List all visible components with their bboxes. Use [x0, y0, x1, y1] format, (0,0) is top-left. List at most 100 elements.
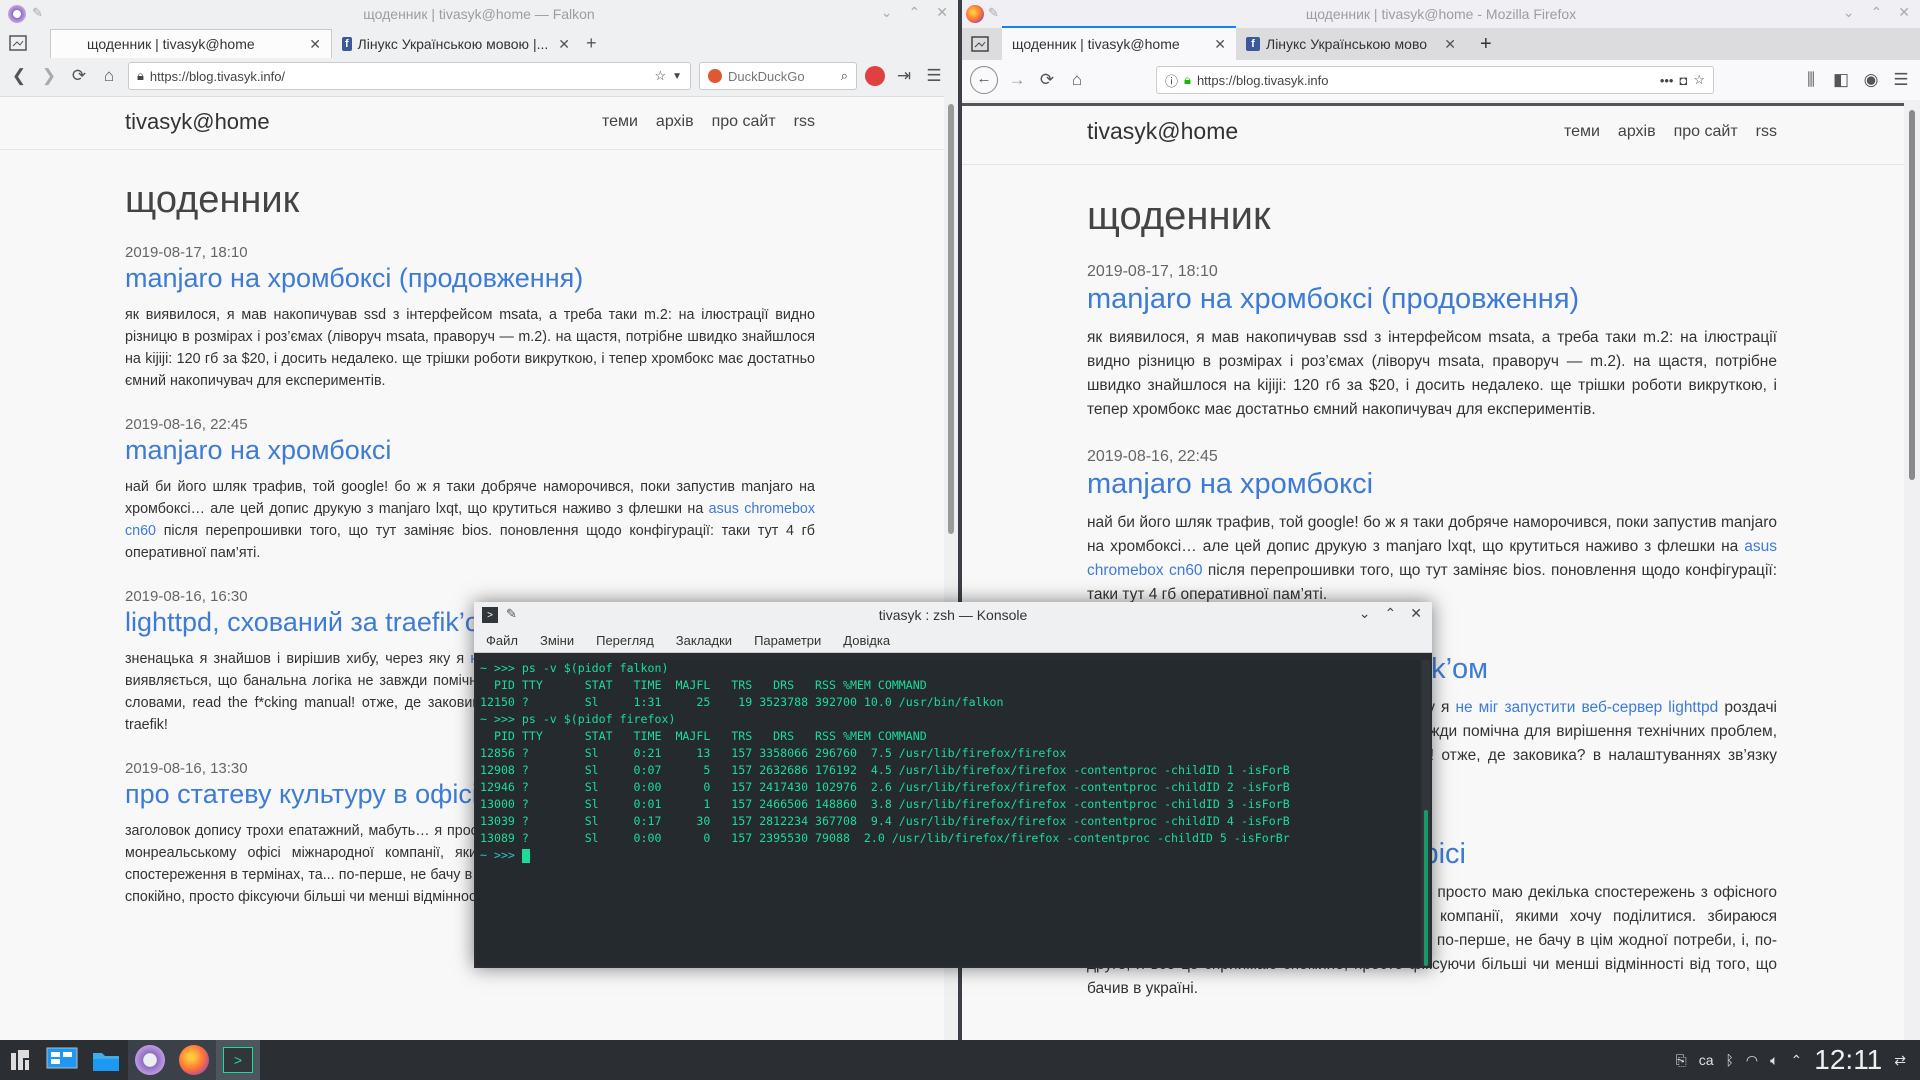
info-icon[interactable]: ⓘ [1165, 71, 1178, 90]
forward-icon[interactable]: → [1006, 70, 1028, 90]
menu-icon[interactable]: ☰ [1890, 70, 1912, 90]
konsole-titlebar[interactable]: > ✎ tivasyk : zsh — Konsole ⌄ ⌃ ✕ [474, 602, 1432, 628]
firefox-taskbar-icon[interactable] [172, 1040, 216, 1080]
terminal-line: 12856 ? Sl 0:21 13 157 3358066 296760 7.… [480, 746, 1067, 760]
post-link[interactable]: не міг запустити веб-сервер lighttpd [1455, 699, 1718, 716]
new-tab-icon[interactable]: + [1480, 33, 1492, 56]
terminal-line: 12946 ? Sl 0:00 0 157 2417430 102976 2.6… [480, 780, 1290, 794]
firefox-tab-linux[interactable]: f Лінукс Українською мово ✕ [1236, 28, 1466, 60]
tab-close-icon[interactable]: ✕ [1204, 36, 1226, 53]
pin-icon[interactable]: ✎ [988, 5, 999, 21]
pin-icon[interactable]: ✎ [506, 606, 517, 622]
maximize-icon[interactable]: ⌃ [1385, 605, 1397, 622]
minimize-icon[interactable]: ⌄ [1359, 605, 1371, 622]
tab-list-icon[interactable] [6, 31, 30, 55]
firefox-titlebar[interactable]: ✎ щоденник | tivasyk@home - Mozilla Fire… [962, 0, 1920, 28]
reload-icon[interactable]: ⟳ [68, 66, 90, 86]
new-tab-icon[interactable]: + [586, 33, 597, 54]
file-manager-icon[interactable] [84, 1040, 128, 1080]
clock[interactable]: 12:11 [1814, 1044, 1882, 1076]
nav-link-topics[interactable]: теми [602, 113, 638, 130]
bluetooth-icon[interactable]: ᛒ [1726, 1052, 1734, 1068]
desktop-icon[interactable] [40, 1040, 84, 1080]
menu-help[interactable]: Довідка [843, 633, 890, 648]
minimize-icon[interactable]: ⌄ [881, 4, 893, 21]
scroll-thumb[interactable] [1909, 110, 1915, 480]
home-icon[interactable]: ⌂ [1066, 70, 1088, 90]
post-title[interactable]: manjaro на хромбоксі [1087, 468, 1777, 501]
close-icon[interactable]: ✕ [1898, 4, 1910, 21]
scroll-thumb[interactable] [948, 104, 954, 534]
nav-link-about[interactable]: про сайт [1674, 123, 1738, 140]
firefox-url-bar[interactable]: ⓘ 🔒︎ https://blog.tivasyk.info ••• ◘ ☆ [1156, 66, 1714, 94]
account-icon[interactable]: ◉ [1860, 70, 1882, 90]
minimize-icon[interactable]: ⌄ [1843, 4, 1855, 21]
menu-bookmarks[interactable]: Закладки [676, 633, 732, 648]
tab-list-icon[interactable] [968, 32, 992, 56]
pin-icon[interactable]: ✎ [32, 5, 43, 21]
chevron-down-icon[interactable]: ▼ [672, 71, 682, 82]
firefox-scrollbar[interactable] [1906, 106, 1918, 1040]
back-icon[interactable]: ❮ [8, 66, 30, 86]
firefox-url-text: https://blog.tivasyk.info [1196, 72, 1329, 88]
nav-link-topics[interactable]: теми [1564, 123, 1600, 140]
falkon-url-bar[interactable]: 🔒︎ https://blog.tivasyk.info/ ☆ ▼ [128, 62, 691, 90]
konsole-taskbar-icon[interactable]: > [216, 1040, 260, 1080]
search-icon[interactable]: ⌕ [841, 68, 848, 84]
home-icon[interactable]: ⌂ [98, 66, 120, 86]
firefox-tab-blog[interactable]: щоденник | tivasyk@home ✕ [1002, 26, 1236, 60]
terminal-line: 13089 ? Sl 0:00 0 157 2395530 79088 2.0 … [480, 831, 1290, 845]
tray-expand-icon[interactable]: ⌃ [1791, 1052, 1803, 1069]
tab-close-icon[interactable]: ✕ [1434, 36, 1456, 53]
page-actions-icon[interactable]: ••• [1660, 73, 1674, 88]
post-title[interactable]: manjaro на хромбоксі (продовження) [125, 263, 815, 294]
tab-close-icon[interactable]: ✕ [299, 36, 321, 53]
post-title[interactable]: manjaro на хромбоксі (продовження) [1087, 283, 1777, 316]
tab-close-icon[interactable]: ✕ [548, 36, 570, 53]
app-launcher-icon[interactable] [0, 1040, 40, 1080]
falkon-tab-linux[interactable]: f Лінукс Українською мовою |... ✕ [332, 30, 580, 58]
terminal-output[interactable]: ~ >>> ps -v $(pidof falkon) PID TTY STAT… [476, 660, 1420, 966]
facebook-icon: f [342, 37, 352, 51]
sidebar-icon[interactable]: ◧ [1830, 70, 1852, 90]
menu-icon[interactable]: ☰ [923, 66, 945, 86]
site-name[interactable]: tivasyk@home [125, 109, 270, 135]
sidebar-toggle-icon[interactable]: ⇥ [893, 66, 915, 86]
falkon-tab-blog[interactable]: щоденник | tivasyk@home ✕ [50, 29, 332, 58]
nav-link-rss[interactable]: rss [794, 113, 815, 130]
falkon-taskbar-icon[interactable] [128, 1040, 172, 1080]
bookmark-star-icon[interactable]: ☆ [1693, 72, 1705, 88]
clipboard-icon[interactable]: ⎘ [1676, 1052, 1687, 1069]
wifi-icon[interactable]: ◠ [1746, 1052, 1758, 1069]
forward-icon[interactable]: ❯ [38, 66, 60, 86]
falkon-tabbar: щоденник | tivasyk@home ✕ f Лінукс Украї… [0, 28, 958, 58]
close-icon[interactable]: ✕ [1410, 605, 1422, 622]
falkon-titlebar[interactable]: ✎ щоденник | tivasyk@home — Falkon ⌄ ⌃ ✕ [0, 0, 958, 28]
close-icon[interactable]: ✕ [936, 4, 948, 21]
maximize-icon[interactable]: ⌃ [1871, 4, 1883, 21]
nav-link-rss[interactable]: rss [1756, 123, 1777, 140]
back-icon[interactable]: ← [970, 66, 998, 94]
site-name[interactable]: tivasyk@home [1087, 118, 1238, 145]
bookmark-star-icon[interactable]: ☆ [654, 68, 666, 84]
menu-edit[interactable]: Зміни [540, 633, 574, 648]
maximize-icon[interactable]: ⌃ [909, 4, 921, 21]
post-title[interactable]: manjaro на хромбоксі [125, 435, 815, 466]
menu-view[interactable]: Перегляд [596, 633, 654, 648]
falkon-search-bar[interactable]: DuckDuckGo ⌕ [699, 62, 857, 90]
nav-link-archive[interactable]: архів [656, 113, 694, 130]
volume-icon[interactable]: 🔈︎ [1770, 1052, 1778, 1069]
tab-label: щоденник | tivasyk@home [87, 36, 255, 52]
show-desktop-icon[interactable]: ⇄ [1894, 1052, 1906, 1069]
reload-icon[interactable]: ⟳ [1036, 70, 1058, 90]
nav-link-archive[interactable]: архів [1618, 123, 1656, 140]
konsole-scrollbar[interactable] [1422, 660, 1430, 966]
adblock-icon[interactable] [865, 66, 885, 86]
menu-settings[interactable]: Параметри [754, 633, 821, 648]
nav-link-about[interactable]: про сайт [712, 113, 776, 130]
pocket-icon[interactable]: ◘ [1679, 73, 1687, 88]
library-icon[interactable]: ⫼ [1800, 70, 1822, 90]
keyboard-layout[interactable]: ca [1699, 1052, 1714, 1068]
menu-file[interactable]: Файл [486, 633, 518, 648]
post-body: як виявилося, я мав накопичував ssd з ін… [1087, 329, 1777, 418]
